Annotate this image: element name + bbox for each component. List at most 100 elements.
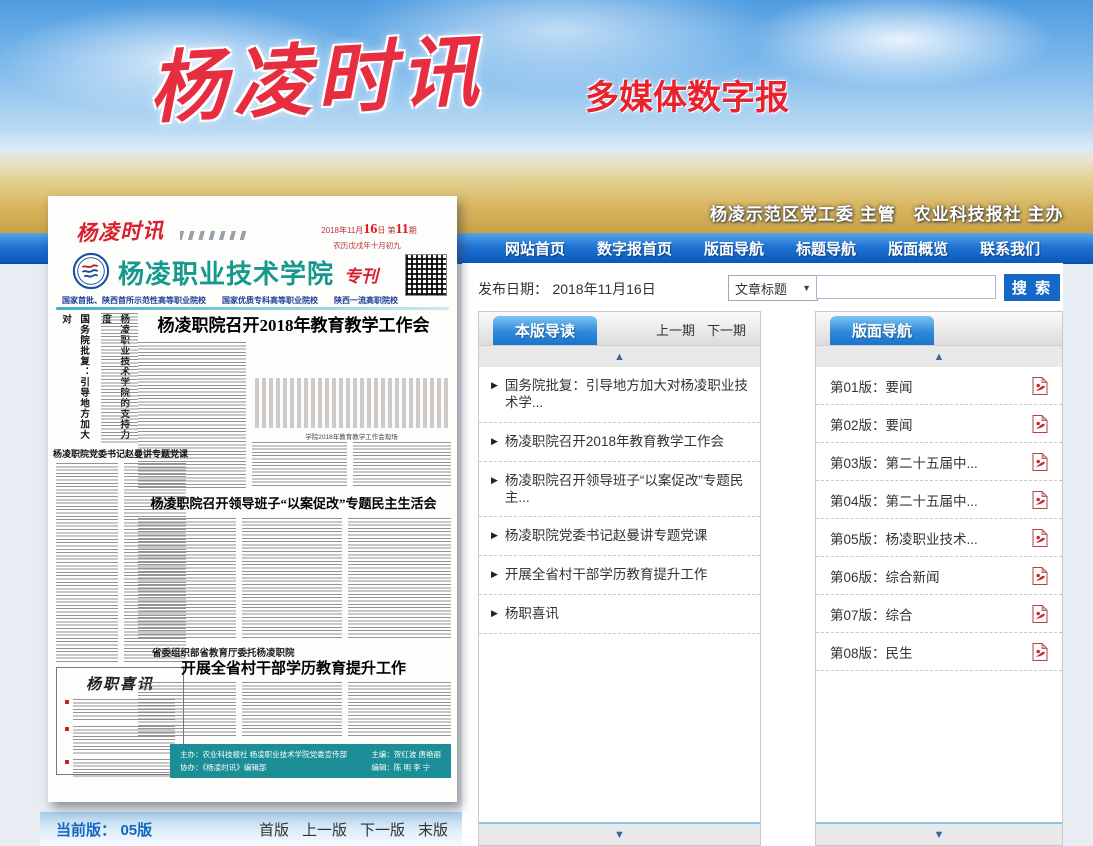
article-list-item[interactable]: ▶ 杨职喜讯 (479, 595, 760, 634)
caret-icon: ▶ (491, 530, 498, 541)
pdf-icon[interactable] (1032, 415, 1048, 433)
page-label: 第07版：综合 (830, 604, 913, 624)
footer-link-1[interactable]: 首版 (259, 819, 289, 840)
tab-reading-guide[interactable]: 本版导读 (493, 316, 597, 345)
page-list-item[interactable]: 第07版：综合 (816, 595, 1062, 633)
newspaper-page-preview[interactable]: 杨凌时讯 2018年11月16日 第11期 农历戊戌年十月初九 杨凌职业技术学院… (48, 196, 457, 802)
paper-date-mid: 日 第 (377, 226, 395, 235)
page-list: 第01版：要闻第02版：要闻第03版：第二十五届中...第04版：第二十五届中.… (816, 367, 1062, 671)
reading-panel: 本版导读 上一期 下一期 ▲ ▶国务院批复：引导地方加大对杨凌职业技术学...▶… (478, 311, 761, 846)
publish-date-value: 2018年11月16日 (552, 281, 655, 297)
third-headline: 开展全省村干部学历教育提升工作 (136, 657, 451, 678)
pdf-icon[interactable] (1032, 605, 1048, 623)
page-list-item[interactable]: 第08版：民生 (816, 633, 1062, 671)
article-list-item[interactable]: ▶国务院批复：引导地方加大对杨凌职业技术学... (479, 367, 760, 423)
article-title: 杨凌职院召开2018年教育教学工作会 (505, 434, 724, 451)
pages-scroll-down[interactable]: ▼ (816, 822, 1062, 845)
page-list-item[interactable]: 第05版：杨凌职业技术... (816, 519, 1062, 557)
footer-link-3[interactable]: 下一版 (360, 819, 405, 840)
page-list-item[interactable]: 第06版：综合新闻 (816, 557, 1062, 595)
sponsor-line: 杨凌示范区党工委 主管 农业科技报社 主办 (710, 200, 1063, 225)
scroll-up-icon: ▲ (614, 351, 625, 363)
dropdown-arrow-icon: ▼ (802, 283, 811, 293)
prev-issue-link[interactable]: 上一期 (656, 320, 695, 339)
side-article-headline: 杨凌职院党委书记赵曼讲专题党课 (53, 447, 191, 460)
articles-scroll-down[interactable]: ▼ (479, 822, 760, 845)
paper-date-day: 16 (363, 222, 377, 237)
article-title: 杨凌职院党委书记赵曼讲专题党课 (505, 528, 708, 545)
publish-date: 发布日期： 2018年11月16日 (478, 279, 656, 299)
page-list-item[interactable]: 第03版：第二十五届中... (816, 443, 1062, 481)
footer-link-4[interactable]: 末版 (418, 819, 448, 840)
pdf-icon[interactable] (1032, 453, 1048, 471)
article-title: 杨职喜讯 (505, 606, 559, 623)
search-field-select[interactable]: 文章标题 ▼ (728, 275, 818, 301)
current-page-label: 当前版： (56, 822, 116, 839)
nav-item-4[interactable]: 标题导航 (796, 238, 856, 259)
text-column (348, 682, 451, 738)
pdf-icon[interactable] (1032, 529, 1048, 547)
current-page-indicator: 当前版： 05版 (56, 819, 152, 840)
article-title: 国务院批复：引导地方加大对杨凌职业技术学... (505, 378, 750, 412)
publish-date-label: 发布日期： (478, 281, 548, 297)
text-column (242, 518, 342, 640)
scroll-up-icon: ▲ (934, 351, 945, 363)
nav-item-1[interactable]: 网站首页 (505, 238, 565, 259)
teal-divider (56, 307, 449, 310)
caret-icon: ▶ (491, 608, 498, 619)
page-nav-links: 首版上一版下一版末版 (259, 819, 448, 840)
site-title: 杨凌时讯 (145, 9, 486, 138)
good-news-item (65, 759, 175, 779)
nav-item-5[interactable]: 版面概览 (888, 238, 948, 259)
paper-issue-no: 11 (396, 222, 409, 237)
site-subtitle: 多媒体数字报 (585, 70, 789, 119)
search-button[interactable]: 搜 索 (1004, 274, 1060, 301)
editor-line: 编辑：陈 明 李 宁 (371, 761, 441, 775)
text-column (138, 518, 236, 640)
special-edition-tag: 专刊 (344, 262, 378, 287)
search-field-selected: 文章标题 (735, 279, 787, 298)
page-footer-bar: 当前版： 05版 首版上一版下一版末版 (40, 812, 462, 846)
articles-scroll-up[interactable]: ▲ (479, 346, 760, 367)
college-name: 杨凌职业技术学院 (118, 254, 334, 291)
scroll-down-icon: ▼ (934, 829, 945, 841)
text-column (353, 442, 451, 488)
article-list-item[interactable]: ▶开展全省村干部学历教育提升工作 (479, 556, 760, 595)
next-issue-link[interactable]: 下一期 (707, 320, 746, 339)
nav-item-6[interactable]: 联系我们 (980, 238, 1040, 259)
article-list: ▶国务院批复：引导地方加大对杨凌职业技术学...▶杨凌职院召开2018年教育教学… (479, 367, 760, 634)
page-list-item[interactable]: 第04版：第二十五届中... (816, 481, 1062, 519)
search-input[interactable] (816, 275, 996, 299)
page-label: 第08版：民生 (830, 642, 913, 662)
nav-item-2[interactable]: 数字报首页 (597, 238, 672, 259)
pdf-icon[interactable] (1032, 491, 1048, 509)
article-list-item[interactable]: ▶杨凌职院召开领导班子“以案促改”专题民主... (479, 462, 760, 518)
search-row: 发布日期： 2018年11月16日 文章标题 ▼ 搜 索 (478, 272, 1053, 302)
text-column (348, 518, 451, 640)
text-column (242, 682, 342, 738)
college-logo-icon (72, 252, 110, 290)
college-slogan: 国家首批、陕西首所示范性高等职业院校 国家优质专科高等职业院校 陕西一流高职院校 (62, 295, 398, 306)
page-label: 第05版：杨凌职业技术... (830, 528, 978, 548)
publisher-line: 协办：《杨凌时讯》编辑部 (180, 761, 347, 775)
publisher-left: 主办：农业科技报社 杨凌职业技术学院党委宣传部 协办：《杨凌时讯》编辑部 (180, 748, 347, 775)
article-list-item[interactable]: ▶ 杨凌职院党委书记赵曼讲专题党课 (479, 517, 760, 556)
page-label: 第02版：要闻 (830, 414, 913, 434)
pdf-icon[interactable] (1032, 377, 1048, 395)
caret-icon: ▶ (491, 569, 498, 580)
pdf-icon[interactable] (1032, 567, 1048, 585)
pages-scroll-up[interactable]: ▲ (816, 346, 1062, 367)
qr-code (405, 254, 447, 296)
article-list-item[interactable]: ▶ 杨凌职院召开2018年教育教学工作会 (479, 423, 760, 462)
page-list-item[interactable]: 第01版：要闻 (816, 367, 1062, 405)
tab-page-nav[interactable]: 版面导航 (830, 316, 934, 345)
nav-list: 网站首页 数字报首页 版面导航 标题导航 版面概览 联系我们 (505, 238, 1040, 259)
nav-item-3[interactable]: 版面导航 (704, 238, 764, 259)
paper-date-prefix: 2018年11月 (321, 226, 363, 235)
article-title: 杨凌职院召开领导班子“以案促改”专题民主... (505, 473, 750, 507)
footer-link-2[interactable]: 上一版 (302, 819, 347, 840)
issue-links: 上一期 下一期 (656, 320, 746, 339)
caret-icon: ▶ (491, 436, 498, 447)
pdf-icon[interactable] (1032, 643, 1048, 661)
page-list-item[interactable]: 第02版：要闻 (816, 405, 1062, 443)
